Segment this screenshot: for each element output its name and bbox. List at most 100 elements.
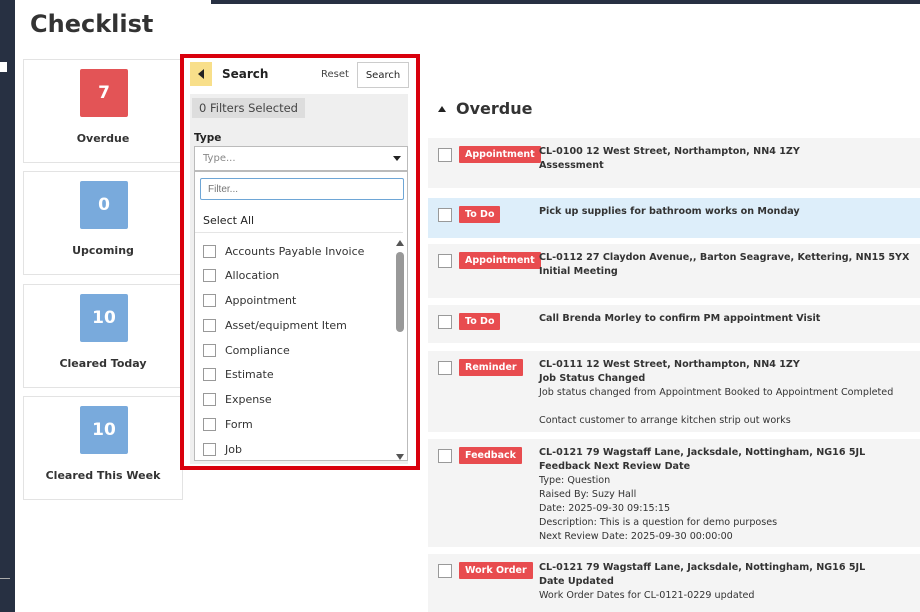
cleared-today-label: Cleared Today bbox=[59, 357, 147, 370]
option-checkbox[interactable] bbox=[203, 367, 216, 381]
option-label: Appointment bbox=[225, 293, 297, 307]
option-label: Compliance bbox=[225, 343, 290, 357]
search-filter-panel: Search Reset Search 0 Filters Selected T… bbox=[180, 54, 420, 470]
item-detail: Description: This is a question for demo… bbox=[539, 517, 778, 528]
item-type-badge: Appointment bbox=[459, 252, 541, 269]
item-checkbox[interactable] bbox=[438, 148, 452, 162]
cleared-week-label: Cleared This Week bbox=[45, 469, 161, 482]
type-label: Type bbox=[194, 132, 222, 144]
item-detail: Job status changed from Appointment Book… bbox=[539, 387, 894, 398]
option-checkbox[interactable] bbox=[203, 392, 216, 406]
checklist-item[interactable]: To Do Pick up supplies for bathroom work… bbox=[428, 198, 920, 238]
item-detail: Work Order Dates for CL-0121-0229 update… bbox=[539, 590, 755, 601]
checklist-item[interactable]: Work Order CL-0121 79 Wagstaff Lane, Jac… bbox=[428, 554, 920, 612]
overdue-card[interactable]: 7 Overdue bbox=[23, 59, 183, 163]
checklist-item[interactable]: Reminder CL-0111 12 West Street, Northam… bbox=[428, 351, 920, 432]
type-option[interactable]: Asset/equipment Item bbox=[203, 315, 347, 335]
collapse-button[interactable] bbox=[190, 62, 212, 86]
item-title: CL-0112 27 Claydon Avenue,, Barton Seagr… bbox=[539, 252, 910, 263]
checklist-item[interactable]: Appointment CL-0112 27 Claydon Avenue,, … bbox=[428, 244, 920, 298]
item-title: CL-0121 79 Wagstaff Lane, Jacksdale, Not… bbox=[539, 447, 866, 458]
item-title: CL-0121 79 Wagstaff Lane, Jacksdale, Not… bbox=[539, 562, 866, 573]
dropdown-scrollbar[interactable] bbox=[395, 240, 405, 460]
item-type-badge: To Do bbox=[459, 313, 501, 330]
item-detail: Date: 2025-09-30 09:15:15 bbox=[539, 503, 671, 514]
scroll-down-icon[interactable] bbox=[396, 454, 404, 460]
checklist-item[interactable]: Appointment CL-0100 12 West Street, Nort… bbox=[428, 138, 920, 188]
page-title: Checklist bbox=[30, 10, 154, 38]
option-checkbox[interactable] bbox=[203, 417, 216, 431]
cleared-today-card[interactable]: 10 Cleared Today bbox=[23, 284, 183, 388]
item-checkbox[interactable] bbox=[438, 361, 452, 375]
item-type-badge: To Do bbox=[459, 206, 501, 223]
type-option[interactable]: Allocation bbox=[203, 265, 279, 285]
type-dropdown: Select All Accounts Payable Invoice Allo… bbox=[194, 171, 408, 461]
item-checkbox[interactable] bbox=[438, 449, 452, 463]
option-label: Job bbox=[225, 442, 242, 456]
cleared-today-count: 10 bbox=[80, 294, 128, 342]
option-checkbox[interactable] bbox=[203, 244, 216, 258]
type-option[interactable]: Accounts Payable Invoice bbox=[203, 241, 364, 261]
item-title: Pick up supplies for bathroom works on M… bbox=[539, 206, 800, 217]
option-checkbox[interactable] bbox=[203, 318, 216, 332]
select-all-option[interactable]: Select All bbox=[203, 214, 254, 227]
item-type-badge: Feedback bbox=[459, 447, 522, 464]
filter-panel-title: Search bbox=[222, 67, 269, 81]
overdue-count: 7 bbox=[80, 69, 128, 117]
cleared-week-card[interactable]: 10 Cleared This Week bbox=[23, 396, 183, 500]
option-checkbox[interactable] bbox=[203, 442, 216, 456]
cleared-week-count: 10 bbox=[80, 406, 128, 454]
overdue-heading: Overdue bbox=[456, 99, 533, 118]
caret-down-icon bbox=[393, 156, 401, 161]
option-checkbox[interactable] bbox=[203, 293, 216, 307]
option-checkbox[interactable] bbox=[203, 268, 216, 282]
item-title: Call Brenda Morley to confirm PM appoint… bbox=[539, 313, 821, 324]
item-subtitle: Initial Meeting bbox=[539, 266, 618, 277]
option-checkbox[interactable] bbox=[203, 343, 216, 357]
overdue-section-header[interactable]: Overdue bbox=[438, 99, 532, 118]
item-checkbox[interactable] bbox=[438, 315, 452, 329]
type-select[interactable]: Type... bbox=[194, 146, 408, 171]
checklist-item[interactable]: To Do Call Brenda Morley to confirm PM a… bbox=[428, 305, 920, 343]
scroll-up-icon[interactable] bbox=[396, 240, 404, 246]
item-subtitle: Date Updated bbox=[539, 576, 614, 587]
upcoming-count: 0 bbox=[80, 181, 128, 229]
type-select-placeholder: Type... bbox=[203, 153, 236, 164]
item-type-badge: Reminder bbox=[459, 359, 523, 376]
item-detail: Contact customer to arrange kitchen stri… bbox=[539, 415, 791, 426]
nav-divider bbox=[0, 578, 10, 579]
filters-selected-badge: 0 Filters Selected bbox=[192, 98, 305, 118]
type-option[interactable]: Job bbox=[203, 439, 242, 459]
item-subtitle: Feedback Next Review Date bbox=[539, 461, 691, 472]
upcoming-card[interactable]: 0 Upcoming bbox=[23, 171, 183, 275]
caret-up-icon bbox=[438, 105, 446, 112]
left-nav-bar bbox=[0, 0, 15, 612]
dropdown-divider bbox=[195, 232, 403, 233]
item-type-badge: Appointment bbox=[459, 146, 541, 163]
item-checkbox[interactable] bbox=[438, 254, 452, 268]
scroll-thumb[interactable] bbox=[396, 252, 404, 332]
reset-button[interactable]: Reset bbox=[321, 69, 349, 80]
option-label: Expense bbox=[225, 392, 272, 406]
checklist-item[interactable]: Feedback CL-0121 79 Wagstaff Lane, Jacks… bbox=[428, 439, 920, 547]
dropdown-filter-input[interactable] bbox=[200, 178, 404, 200]
item-type-badge: Work Order bbox=[459, 562, 533, 579]
top-bar bbox=[211, 0, 920, 4]
item-subtitle: Job Status Changed bbox=[539, 373, 646, 384]
nav-icon[interactable] bbox=[0, 62, 7, 72]
search-button[interactable]: Search bbox=[357, 62, 409, 88]
item-checkbox[interactable] bbox=[438, 564, 452, 578]
option-label: Allocation bbox=[225, 268, 280, 282]
type-option[interactable]: Expense bbox=[203, 389, 272, 409]
type-option[interactable]: Compliance bbox=[203, 340, 290, 360]
item-checkbox[interactable] bbox=[438, 208, 452, 222]
type-option[interactable]: Estimate bbox=[203, 364, 274, 384]
type-option[interactable]: Appointment bbox=[203, 290, 296, 310]
item-detail: Raised By: Suzy Hall bbox=[539, 489, 637, 500]
item-detail-spacer bbox=[539, 400, 912, 414]
item-detail: Type: Question bbox=[539, 475, 611, 486]
chevron-left-icon bbox=[198, 69, 204, 79]
option-label: Form bbox=[225, 417, 253, 431]
overdue-label: Overdue bbox=[76, 132, 130, 145]
type-option[interactable]: Form bbox=[203, 414, 253, 434]
